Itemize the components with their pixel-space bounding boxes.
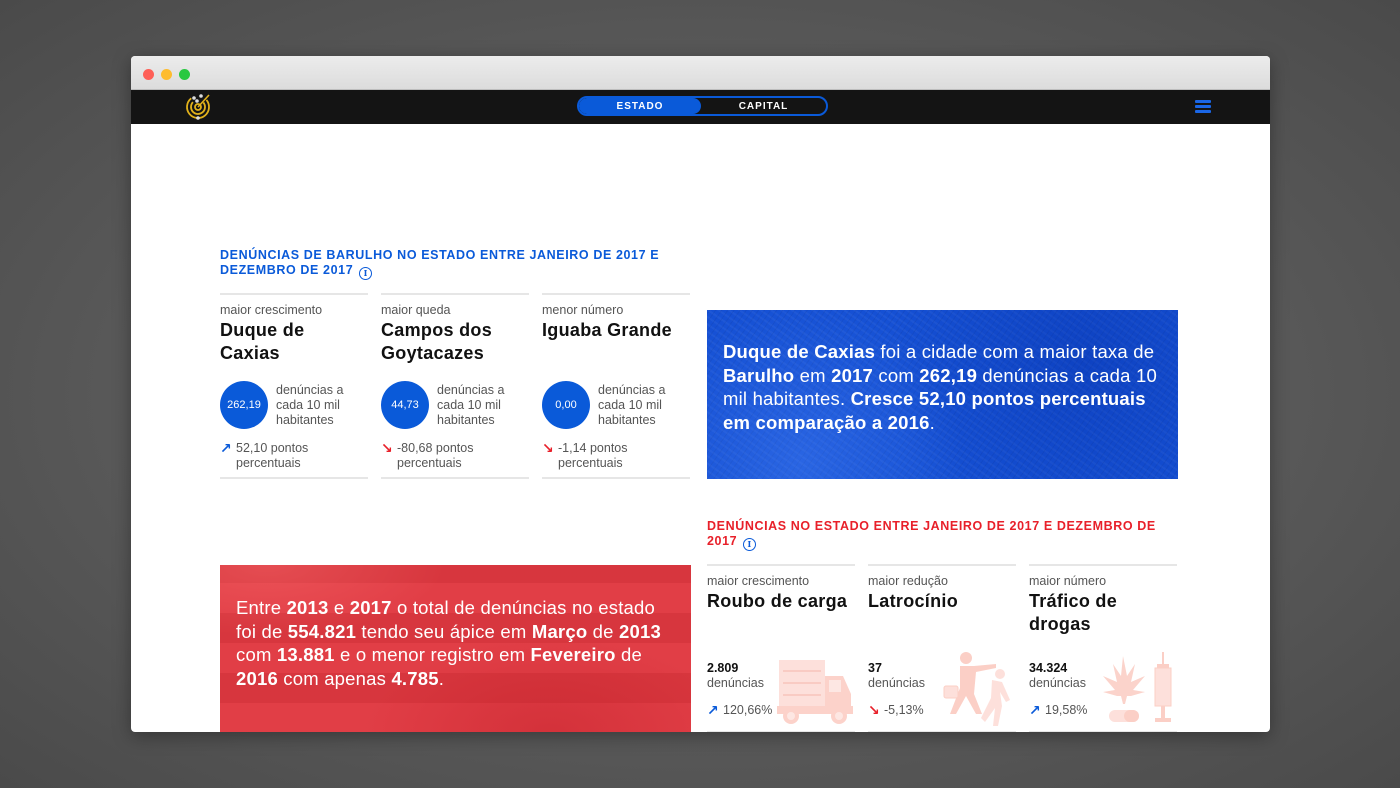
crime-name: Roubo de carga (707, 591, 848, 611)
highlight-text: foi a cidade com a maior taxa de (875, 341, 1155, 362)
highlight-text: . (929, 411, 935, 433)
highlight-text: de (587, 620, 619, 642)
crime-card-growth: maior crescimento Roubo de carga 2.809 d… (707, 564, 855, 732)
highlight-emphasis: 2016 (236, 667, 278, 689)
rate-description: denúncias a cada 10 mil habitantes (598, 382, 666, 427)
highlight-text: com (236, 644, 277, 665)
crime-count: 37 (868, 661, 882, 675)
highlight-text: com apenas (277, 667, 392, 689)
truck-icon (777, 660, 853, 724)
highlight-text: e o menor registro em (334, 644, 531, 665)
city-name: Duque de Caxias (220, 320, 305, 363)
tab-estado[interactable]: ESTADO (579, 98, 701, 114)
noise-card-drop: maior queda Campos dos Goytacazes 44,73 … (381, 293, 529, 479)
highlight-emphasis: 2013 (619, 620, 661, 642)
noise-section-title: DENÚNCIAS DE BARULHO NO ESTADO ENTRE JAN… (220, 248, 670, 280)
total-section-title: DENÚNCIAS NO ESTADO ENTRE JANEIRO DE 201… (707, 519, 1157, 551)
change-value: 52,10 pontos percentuais (236, 441, 309, 470)
tab-capital[interactable]: CAPITAL (701, 98, 826, 114)
highlight-emphasis: Março (531, 620, 588, 642)
highlight-emphasis: 2017 (831, 364, 874, 386)
total-highlight-text: Entre 2013 e 2017 o total de denúncias n… (236, 596, 675, 690)
city-name: Campos dos Goytacazes (381, 320, 493, 363)
highlight-text: Entre (236, 597, 287, 618)
noise-card-lowest: menor número Iguaba Grande 0,00 denúncia… (542, 293, 690, 479)
arrow-down-icon: ↘ (868, 702, 880, 718)
browser-window: ESTADO CAPITAL DENÚNCIAS DE BARULHO NO E… (131, 56, 1270, 732)
highlight-emphasis: 2017 (349, 597, 392, 618)
total-section-title-text: DENÚNCIAS NO ESTADO ENTRE JANEIRO DE 201… (707, 519, 1156, 548)
crime-card-highest: maior número Tráfico de drogas 34.324 de… (1029, 564, 1177, 732)
drugs-icon (1103, 652, 1172, 722)
rate-badge: 44,73 (381, 381, 429, 429)
highlight-emphasis: 262,19 (919, 364, 978, 386)
close-window-button[interactable] (143, 69, 154, 80)
crime-card-reduction: maior redução Latrocínio 37 denúncias ↘ … (868, 564, 1016, 732)
window-titlebar (131, 56, 1270, 90)
robbery-icon (943, 652, 1010, 726)
card-label: maior número (1029, 574, 1107, 588)
city-name: Iguaba Grande (542, 320, 672, 340)
noise-section-title-text: DENÚNCIAS DE BARULHO NO ESTADO ENTRE JAN… (220, 248, 660, 277)
highlight-emphasis: 2013 (286, 597, 329, 618)
card-label: maior redução (868, 574, 948, 588)
crime-name: Tráfico de drogas (1029, 591, 1118, 634)
card-label: maior crescimento (220, 303, 323, 317)
highlight-text: em (794, 364, 832, 386)
crime-name: Latrocínio (868, 591, 959, 611)
navbar: ESTADO CAPITAL (131, 90, 1270, 124)
info-icon[interactable]: i (743, 538, 757, 551)
maximize-window-button[interactable] (179, 69, 190, 80)
noise-highlight-banner: Duque de Caxias foi a cidade com a maior… (707, 310, 1178, 479)
highlight-emphasis: 4.785 (391, 667, 439, 689)
highlight-emphasis: 13.881 (276, 644, 335, 665)
change-value: 19,58% (1045, 703, 1088, 717)
highlight-text: com (873, 364, 920, 386)
highlight-text: de (615, 644, 642, 665)
card-label: maior crescimento (707, 574, 810, 588)
highlight-emphasis: Barulho (723, 364, 795, 386)
region-toggle: ESTADO CAPITAL (577, 96, 828, 116)
rate-badge: 0,00 (542, 381, 590, 429)
change-value: 120,66% (723, 703, 773, 717)
highlight-text: tendo seu ápice em (356, 620, 532, 642)
arrow-down-icon: ↘ (381, 440, 393, 456)
card-label: menor número (542, 303, 624, 317)
crime-unit: denúncias (868, 676, 925, 690)
page-content: DENÚNCIAS DE BARULHO NO ESTADO ENTRE JAN… (131, 124, 1270, 732)
arrow-up-icon: ↗ (707, 702, 719, 718)
rate-description: denúncias a cada 10 mil habitantes (437, 382, 505, 427)
crime-count: 34.324 (1029, 661, 1068, 675)
change-value: -80,68 pontos percentuais (397, 441, 474, 470)
rate-badge: 262,19 (220, 381, 268, 429)
highlight-emphasis: Duque de Caxias (723, 341, 876, 362)
highlight-text: . (438, 667, 445, 689)
crime-unit: denúncias (707, 676, 764, 690)
info-icon[interactable]: i (359, 267, 373, 280)
arrow-down-icon: ↘ (542, 440, 554, 456)
crime-unit: denúncias (1029, 676, 1086, 690)
card-label: maior queda (381, 303, 451, 317)
total-highlight-banner: Entre 2013 e 2017 o total de denúncias n… (220, 565, 691, 732)
change-value: -5,13% (884, 703, 924, 717)
arrow-up-icon: ↗ (220, 440, 232, 456)
crime-count: 2.809 (707, 661, 739, 675)
noise-card-growth: maior crescimento Duque de Caxias 262,19… (220, 293, 368, 479)
arrow-up-icon: ↗ (1029, 702, 1041, 718)
minimize-window-button[interactable] (161, 69, 172, 80)
radar-target-icon[interactable] (185, 91, 213, 121)
hamburger-menu-icon[interactable] (1195, 100, 1211, 113)
highlight-emphasis: Fevereiro (530, 644, 616, 665)
noise-highlight-text: Duque de Caxias foi a cidade com a maior… (723, 340, 1162, 434)
change-value: -1,14 pontos percentuais (558, 441, 628, 470)
rate-description: denúncias a cada 10 mil habitantes (276, 382, 344, 427)
highlight-text: e (328, 597, 350, 618)
highlight-emphasis: 554.821 (287, 620, 357, 642)
